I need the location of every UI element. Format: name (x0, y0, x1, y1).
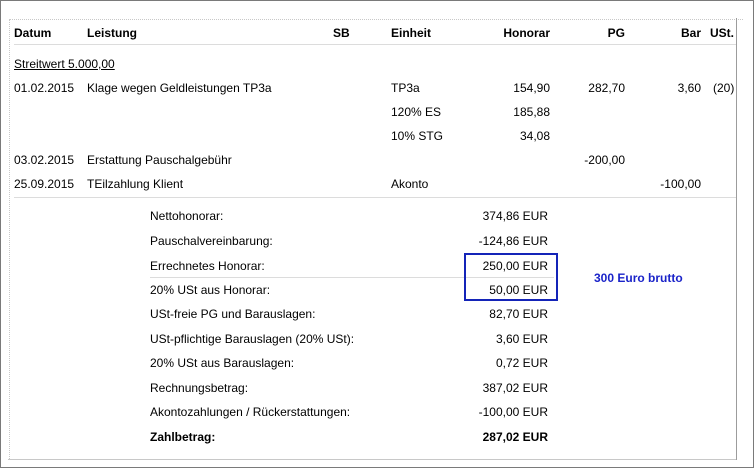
col-header-bar: Bar (680, 26, 701, 40)
summary-value-nettohonorar: 374,86 EUR (482, 209, 548, 223)
row-5-datum: 25.09.2015 (14, 177, 75, 191)
summary-label-rechnungsbetrag: Rechnungsbetrag: (150, 381, 249, 395)
row-5-leistung: TEilzahlung Klient (87, 177, 184, 191)
row-1-pg: 282,70 (588, 81, 625, 95)
highlight-box (464, 253, 558, 301)
col-header-datum: Datum (14, 26, 52, 40)
col-header-einheit: Einheit (391, 26, 432, 40)
summary-label-ust-barauslagen: 20% USt aus Barauslagen: (150, 356, 295, 370)
row-4-datum: 03.02.2015 (14, 153, 75, 167)
row-4-pg: -200,00 (584, 153, 625, 167)
col-header-honorar: Honorar (503, 26, 550, 40)
summary-label-pauschalvereinbarung: Pauschalvereinbarung: (150, 234, 273, 248)
summary-value-ust-barauslagen: 0,72 EUR (495, 356, 548, 370)
row-1-ust: (20) (713, 81, 735, 95)
row-4-leistung: Erstattung Pauschalgebühr (87, 153, 232, 167)
col-header-ust: USt. (710, 26, 734, 40)
summary-label-zahlbetrag: Zahlbetrag: (150, 430, 216, 444)
row-1-datum: 01.02.2015 (14, 81, 75, 95)
summary-label-ust-pflichtige-barauslagen: USt-pflichtige Barauslagen (20% USt): (150, 332, 355, 346)
row-1-leistung: Klage wegen Geldleistungen TP3a (87, 81, 272, 95)
page-right-edge (736, 18, 737, 460)
summary-label-errechnetes-honorar: Errechnetes Honorar: (150, 259, 265, 273)
page-bottom-line (8, 459, 736, 460)
table-end-separator (14, 197, 736, 198)
streitwert-label: Streitwert 5.000,00 (14, 57, 115, 71)
summary-label-nettohonorar: Nettohonorar: (150, 209, 224, 223)
col-header-sb: SB (333, 26, 350, 40)
summary-value-zahlbetrag: 287,02 EUR (482, 430, 548, 444)
row-2-einheit: 120% ES (391, 105, 442, 119)
annotation-brutto: 300 Euro brutto (594, 271, 683, 285)
header-separator (14, 44, 736, 45)
summary-value-rechnungsbetrag: 387,02 EUR (482, 381, 548, 395)
summary-value-ust-freie-pg: 82,70 EUR (489, 307, 548, 321)
col-header-leistung: Leistung (87, 26, 137, 40)
col-header-pg: PG (607, 26, 625, 40)
summary-value-pauschalvereinbarung: -124,86 EUR (478, 234, 548, 248)
row-1-einheit: TP3a (391, 81, 420, 95)
summary-label-ust-freie-pg: USt-freie PG und Barauslagen: (150, 307, 316, 321)
summary-label-ust-honorar: 20% USt aus Honorar: (150, 283, 271, 297)
row-5-einheit: Akonto (391, 177, 429, 191)
row-5-bar: -100,00 (660, 177, 701, 191)
summary-label-akontozahlungen: Akontozahlungen / Rückerstattungen: (150, 405, 351, 419)
summary-value-akontozahlungen: -100,00 EUR (478, 405, 548, 419)
row-1-honorar: 154,90 (513, 81, 550, 95)
row-2-honorar: 185,88 (513, 105, 550, 119)
row-3-honorar: 34,08 (519, 129, 550, 143)
row-1-bar: 3,60 (677, 81, 701, 95)
summary-value-ust-pflichtige-barauslagen: 3,60 EUR (495, 332, 548, 346)
row-3-einheit: 10% STG (391, 129, 444, 143)
